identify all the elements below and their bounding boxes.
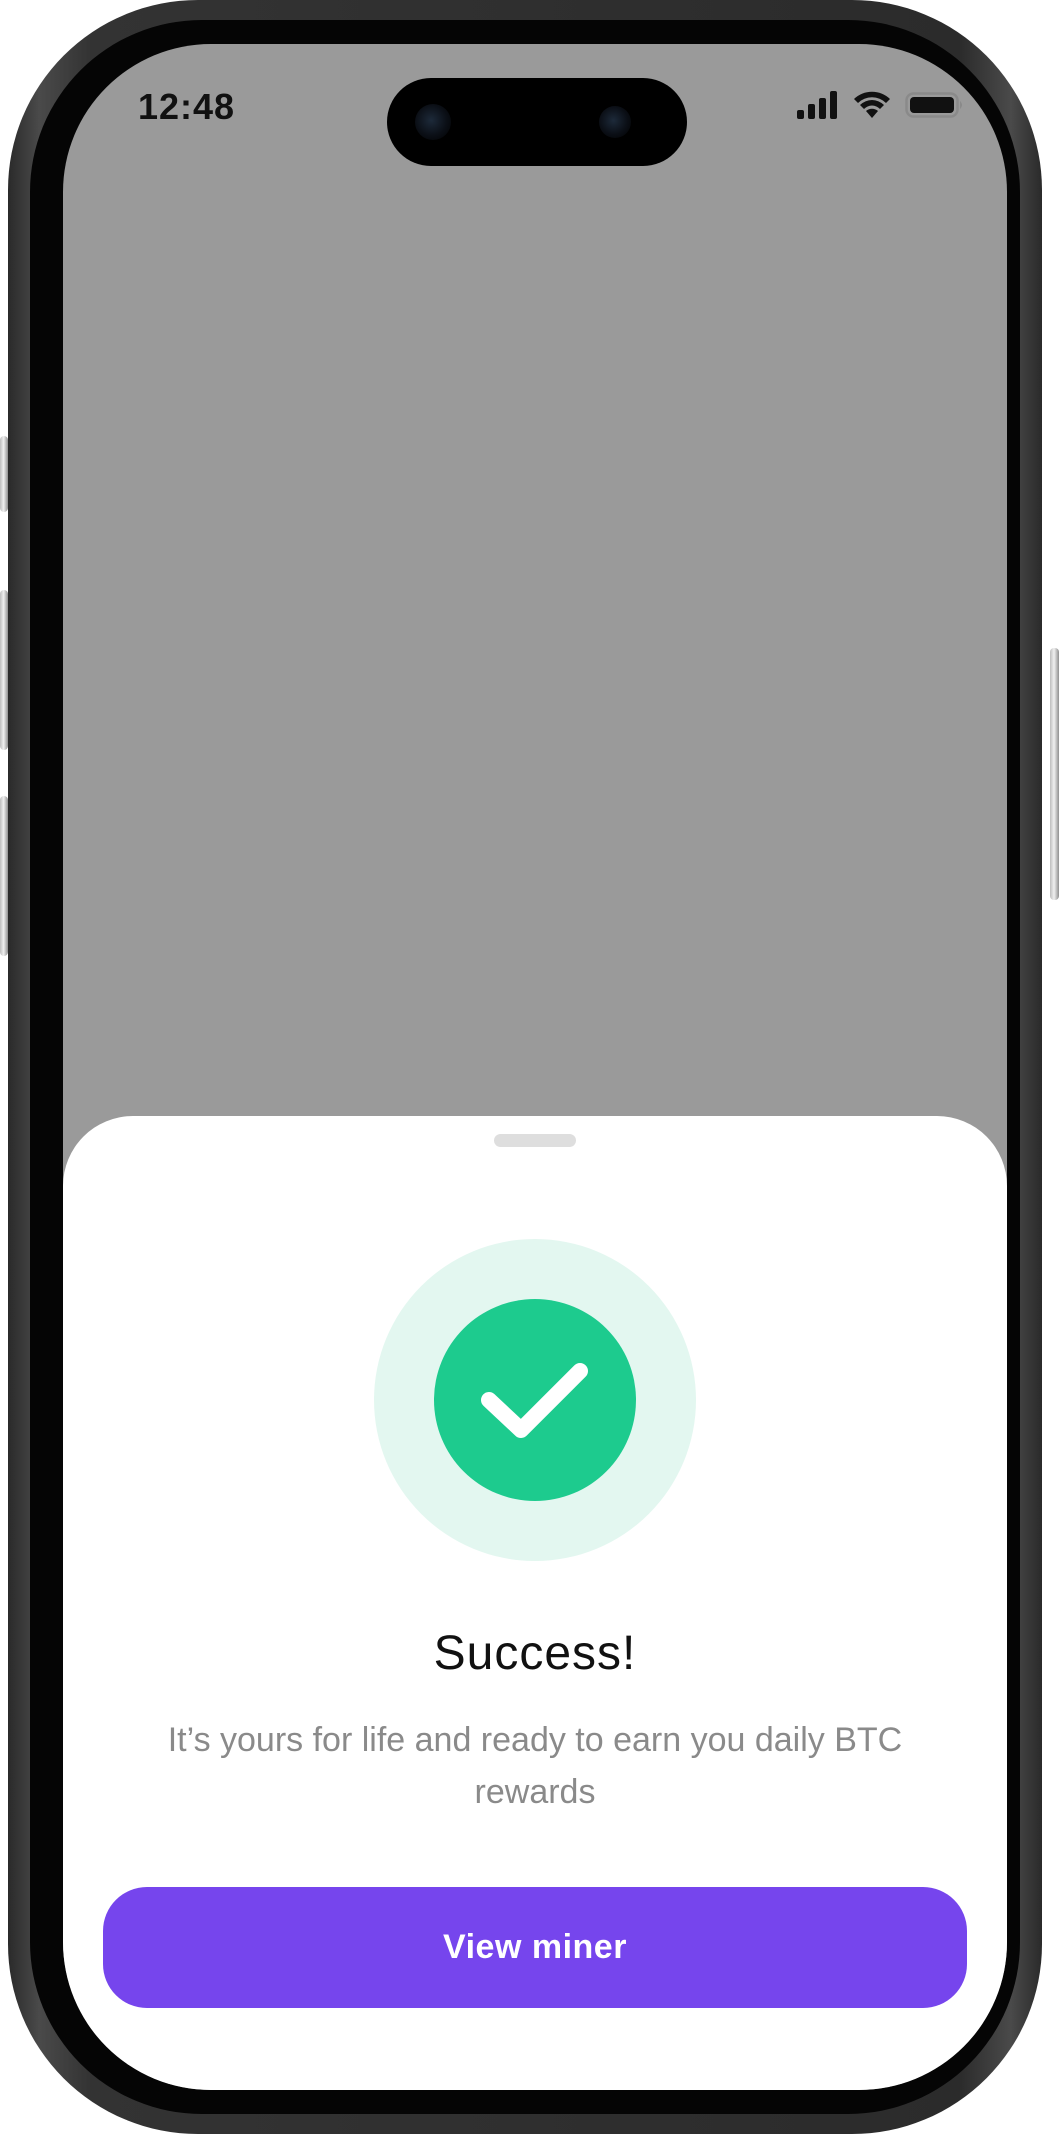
volume-down-button <box>0 796 8 956</box>
success-bottom-sheet: Success! It’s yours for life and ready t… <box>63 1116 1007 2090</box>
sensor-icon <box>599 106 631 138</box>
screen: 12:48 Success! It’s yours for life and r… <box>63 44 1007 2090</box>
phone-frame: 12:48 Success! It’s yours for life and r… <box>0 0 1059 2134</box>
view-miner-button[interactable]: View miner <box>103 1887 967 2008</box>
success-title: Success! <box>433 1627 637 1680</box>
volume-up-button <box>0 590 8 750</box>
wifi-icon <box>854 91 890 118</box>
checkmark-icon <box>481 1363 588 1438</box>
battery-icon <box>905 92 962 118</box>
action-button <box>0 436 8 512</box>
success-message: It’s yours for life and ready to earn yo… <box>167 1721 903 1811</box>
success-check-badge <box>434 1299 636 1501</box>
status-bar: 12:48 <box>63 44 1007 166</box>
signal-bars-icon <box>797 91 837 119</box>
power-button <box>1050 648 1059 900</box>
camera-icon <box>415 104 451 140</box>
status-time: 12:48 <box>138 86 236 127</box>
status-icons <box>797 90 965 120</box>
dynamic-island <box>387 78 687 166</box>
sheet-grabber-handle[interactable] <box>494 1134 576 1147</box>
